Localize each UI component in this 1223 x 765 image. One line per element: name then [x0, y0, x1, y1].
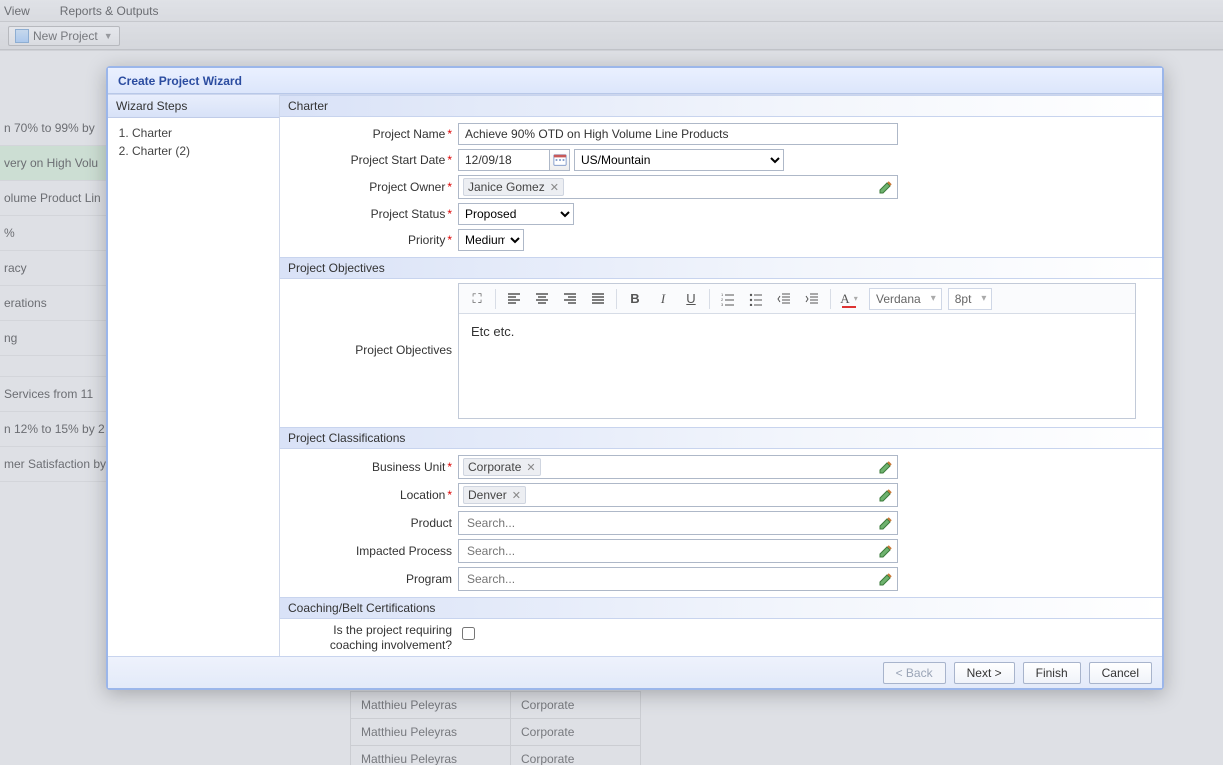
label-project-status: Project Status*: [288, 207, 458, 221]
italic-icon[interactable]: I: [650, 287, 676, 311]
owner-token: Janice Gomez✕: [463, 178, 564, 196]
label-program: Program: [288, 572, 458, 586]
label-impacted-process: Impacted Process: [288, 544, 458, 558]
product-input[interactable]: [465, 515, 873, 531]
svg-text:3: 3: [721, 302, 724, 306]
program-input[interactable]: [465, 571, 873, 587]
wizard-step[interactable]: Charter (2): [132, 144, 279, 158]
wizard-content[interactable]: Charter Project Name* Project Start Date…: [280, 95, 1162, 656]
label-objectives: Project Objectives: [288, 283, 458, 419]
dialog-footer: < Back Next > Finish Cancel: [108, 656, 1162, 688]
unordered-list-icon[interactable]: [743, 287, 769, 311]
product-field[interactable]: [458, 511, 898, 535]
impacted-process-input[interactable]: [465, 543, 873, 559]
business-unit-field[interactable]: Corporate✕: [458, 455, 898, 479]
label-coaching: Is the project requiring coaching involv…: [288, 623, 458, 653]
wizard-steps-list: Charter Charter (2): [132, 126, 279, 162]
wizard-steps-header: Wizard Steps: [108, 95, 279, 118]
rte-toolbar: ⛶ B I U 123: [459, 284, 1135, 314]
back-button[interactable]: < Back: [883, 662, 946, 684]
project-name-input[interactable]: [458, 123, 898, 145]
edit-icon[interactable]: [878, 459, 894, 475]
timezone-select[interactable]: US/Mountain: [574, 149, 784, 171]
ordered-list-icon[interactable]: 123: [715, 287, 741, 311]
font-size-select[interactable]: 8pt: [948, 288, 993, 310]
project-status-select[interactable]: Proposed: [458, 203, 574, 225]
font-color-icon[interactable]: A▾: [836, 287, 862, 311]
finish-button[interactable]: Finish: [1023, 662, 1081, 684]
edit-icon[interactable]: [878, 571, 894, 587]
modal-overlay: Create Project Wizard Wizard Steps Chart…: [0, 0, 1223, 765]
label-location: Location*: [288, 488, 458, 502]
section-objectives: Project Objectives: [280, 257, 1162, 279]
label-project-owner: Project Owner*: [288, 180, 458, 194]
label-project-name: Project Name*: [288, 127, 458, 141]
next-button[interactable]: Next >: [954, 662, 1015, 684]
start-date-input[interactable]: [458, 149, 550, 171]
cancel-button[interactable]: Cancel: [1089, 662, 1152, 684]
fullscreen-icon[interactable]: ⛶: [464, 287, 490, 311]
wizard-steps-panel: Wizard Steps Charter Charter (2): [108, 95, 280, 656]
label-priority: Priority*: [288, 233, 458, 247]
coaching-checkbox[interactable]: [462, 627, 475, 640]
edit-icon[interactable]: [878, 515, 894, 531]
remove-location-icon[interactable]: ✕: [512, 489, 521, 502]
font-family-select[interactable]: Verdana: [869, 288, 942, 310]
edit-icon[interactable]: [878, 179, 894, 195]
indent-icon[interactable]: [799, 287, 825, 311]
section-charter: Charter: [280, 95, 1162, 117]
create-project-wizard-dialog: Create Project Wizard Wizard Steps Chart…: [106, 66, 1164, 690]
impacted-process-field[interactable]: [458, 539, 898, 563]
label-start-date: Project Start Date*: [288, 153, 458, 167]
remove-owner-icon[interactable]: ✕: [550, 181, 559, 194]
priority-select[interactable]: Medium: [458, 229, 524, 251]
location-token: Denver✕: [463, 486, 526, 504]
underline-icon[interactable]: U: [678, 287, 704, 311]
align-left-icon[interactable]: [501, 287, 527, 311]
outdent-icon[interactable]: [771, 287, 797, 311]
calendar-icon[interactable]: [550, 149, 570, 171]
label-product: Product: [288, 516, 458, 530]
edit-icon[interactable]: [878, 487, 894, 503]
objectives-textarea[interactable]: Etc etc.: [459, 314, 1135, 418]
location-field[interactable]: Denver✕: [458, 483, 898, 507]
rich-text-editor: ⛶ B I U 123: [458, 283, 1136, 419]
edit-icon[interactable]: [878, 543, 894, 559]
bold-icon[interactable]: B: [622, 287, 648, 311]
program-field[interactable]: [458, 567, 898, 591]
section-coaching: Coaching/Belt Certifications: [280, 597, 1162, 619]
dialog-title: Create Project Wizard: [108, 68, 1162, 94]
label-business-unit: Business Unit*: [288, 460, 458, 474]
align-right-icon[interactable]: [557, 287, 583, 311]
align-center-icon[interactable]: [529, 287, 555, 311]
wizard-step[interactable]: Charter: [132, 126, 279, 140]
business-unit-token: Corporate✕: [463, 458, 541, 476]
project-owner-field[interactable]: Janice Gomez✕: [458, 175, 898, 199]
remove-bu-icon[interactable]: ✕: [526, 461, 535, 474]
align-justify-icon[interactable]: [585, 287, 611, 311]
section-classifications: Project Classifications: [280, 427, 1162, 449]
